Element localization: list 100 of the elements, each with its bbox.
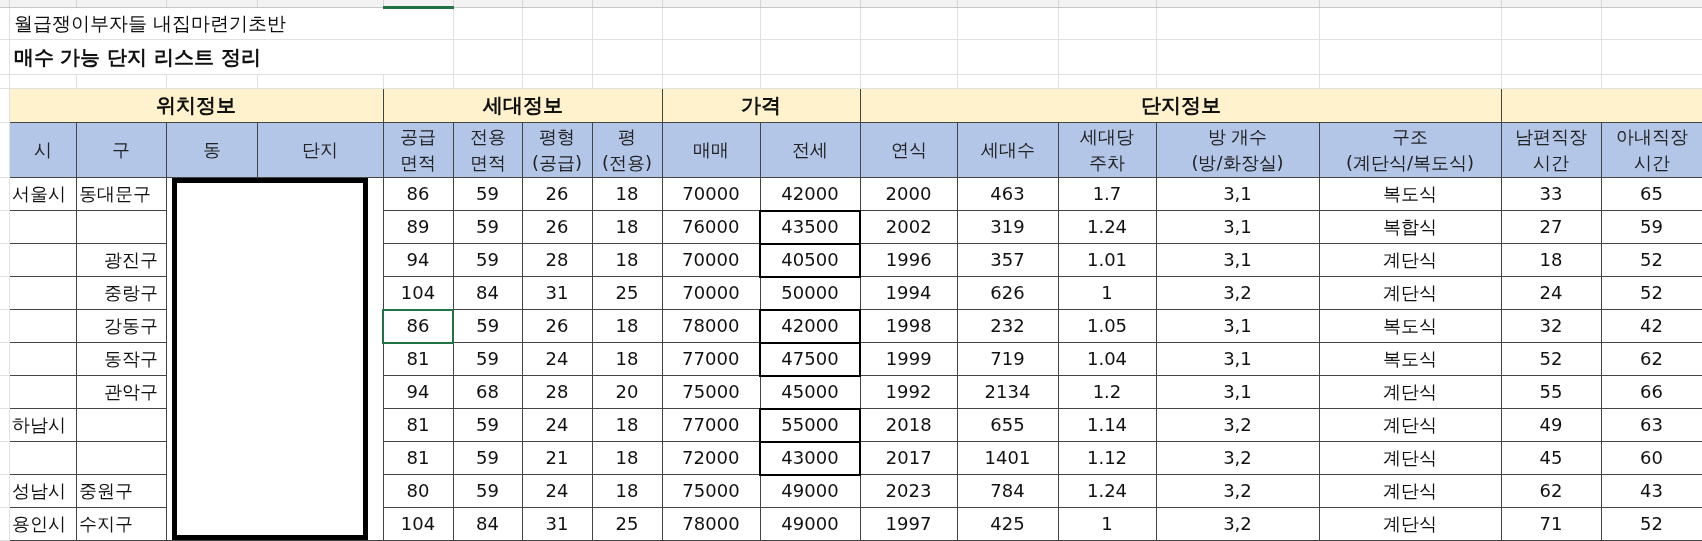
column-header: 단지 — [257, 122, 383, 178]
table-cell: 강동구 — [76, 309, 166, 343]
table-cell: 1 — [1058, 507, 1156, 541]
table-cell: 52 — [1501, 342, 1601, 376]
table-cell: 2023 — [860, 474, 957, 508]
column-header: 전세 — [760, 122, 860, 178]
table-cell: 43500 — [760, 210, 860, 244]
table-cell: 77000 — [662, 408, 760, 442]
table-cell: 1.14 — [1058, 408, 1156, 442]
column-header: 세대수 — [957, 122, 1058, 178]
table-cell: 18 — [592, 342, 662, 376]
table-cell: 계단식 — [1319, 507, 1501, 541]
table-cell: 1994 — [860, 276, 957, 310]
table-cell: 성남시 — [9, 474, 76, 508]
table-cell: 서울시 — [9, 177, 76, 211]
table-cell: 동작구 — [76, 342, 166, 376]
table-cell: 1999 — [860, 342, 957, 376]
table-cell: 2000 — [860, 177, 957, 211]
table-cell: 70000 — [662, 243, 760, 277]
table-cell: 94 — [383, 375, 453, 409]
table-cell: 75000 — [662, 474, 760, 508]
table-cell: 66 — [1601, 375, 1702, 409]
table-cell: 319 — [957, 210, 1058, 244]
table-cell: 62 — [1501, 474, 1601, 508]
table-cell: 24 — [522, 474, 592, 508]
table-cell: 1.01 — [1058, 243, 1156, 277]
table-cell: 18 — [592, 210, 662, 244]
table-cell: 33 — [1501, 177, 1601, 211]
table-cell: 59 — [453, 474, 522, 508]
table-cell: 65 — [1601, 177, 1702, 211]
table-cell: 3,2 — [1156, 408, 1319, 442]
group-header: 세대정보 — [383, 88, 662, 123]
table-cell: 50000 — [760, 276, 860, 310]
table-cell: 78000 — [662, 309, 760, 343]
table-cell: 42000 — [760, 177, 860, 211]
table-cell: 18 — [1501, 243, 1601, 277]
table-cell: 1401 — [957, 441, 1058, 475]
table-cell: 하남시 — [9, 408, 76, 442]
table-cell: 18 — [592, 177, 662, 211]
table-cell: 104 — [383, 276, 453, 310]
table-cell: 52 — [1601, 276, 1702, 310]
table-cell: 89 — [383, 210, 453, 244]
table-cell: 3,1 — [1156, 342, 1319, 376]
table-cell: 18 — [592, 243, 662, 277]
table-cell: 76000 — [662, 210, 760, 244]
table-cell: 719 — [957, 342, 1058, 376]
table-cell: 27 — [1501, 210, 1601, 244]
table-cell: 32 — [1501, 309, 1601, 343]
table-cell: 49 — [1501, 408, 1601, 442]
table-cell: 1.24 — [1058, 474, 1156, 508]
table-cell: 24 — [522, 408, 592, 442]
table-cell: 18 — [592, 441, 662, 475]
table-cell: 1997 — [860, 507, 957, 541]
group-header: 단지정보 — [860, 88, 1501, 123]
table-cell: 3,1 — [1156, 309, 1319, 343]
table-cell: 59 — [453, 177, 522, 211]
table-cell: 45 — [1501, 441, 1601, 475]
table-cell: 18 — [592, 474, 662, 508]
column-header: 연식 — [860, 122, 957, 178]
table-cell: 59 — [1601, 210, 1702, 244]
table-cell: 복도식 — [1319, 342, 1501, 376]
table-cell: 1.04 — [1058, 342, 1156, 376]
table-cell: 28 — [522, 243, 592, 277]
table-cell: 26 — [522, 210, 592, 244]
table-cell: 59 — [453, 309, 522, 343]
table-cell: 26 — [522, 177, 592, 211]
table-cell: 24 — [522, 342, 592, 376]
table-cell: 2134 — [957, 375, 1058, 409]
table-cell: 3,1 — [1156, 243, 1319, 277]
column-header: 방 개수 (방/화장실) — [1156, 122, 1319, 178]
table-cell: 중원구 — [76, 474, 166, 508]
table-cell: 용인시 — [9, 507, 76, 541]
table-cell: 47500 — [760, 342, 860, 376]
table-cell: 2018 — [860, 408, 957, 442]
table-cell: 25 — [592, 276, 662, 310]
table-cell: 43000 — [760, 441, 860, 475]
table-cell: 3,1 — [1156, 177, 1319, 211]
column-header: 전용 면적 — [453, 122, 522, 178]
table-cell: 20 — [592, 375, 662, 409]
table-cell: 357 — [957, 243, 1058, 277]
column-header: 동 — [166, 122, 257, 178]
table-cell: 463 — [957, 177, 1058, 211]
table-cell: 42000 — [760, 309, 860, 343]
table-cell: 3,2 — [1156, 507, 1319, 541]
table-cell: 59 — [453, 441, 522, 475]
table-cell: 1.2 — [1058, 375, 1156, 409]
table-cell: 55 — [1501, 375, 1601, 409]
table-cell: 49000 — [760, 474, 860, 508]
table-cell: 86 — [383, 309, 453, 343]
table-cell: 62 — [1601, 342, 1702, 376]
table-cell: 94 — [383, 243, 453, 277]
table-cell: 계단식 — [1319, 441, 1501, 475]
table-cell: 655 — [957, 408, 1058, 442]
table-cell: 626 — [957, 276, 1058, 310]
table-cell: 계단식 — [1319, 276, 1501, 310]
table-cell: 80 — [383, 474, 453, 508]
table-cell: 1992 — [860, 375, 957, 409]
table-cell: 60 — [1601, 441, 1702, 475]
table-cell: 관악구 — [76, 375, 166, 409]
table-cell: 1.12 — [1058, 441, 1156, 475]
